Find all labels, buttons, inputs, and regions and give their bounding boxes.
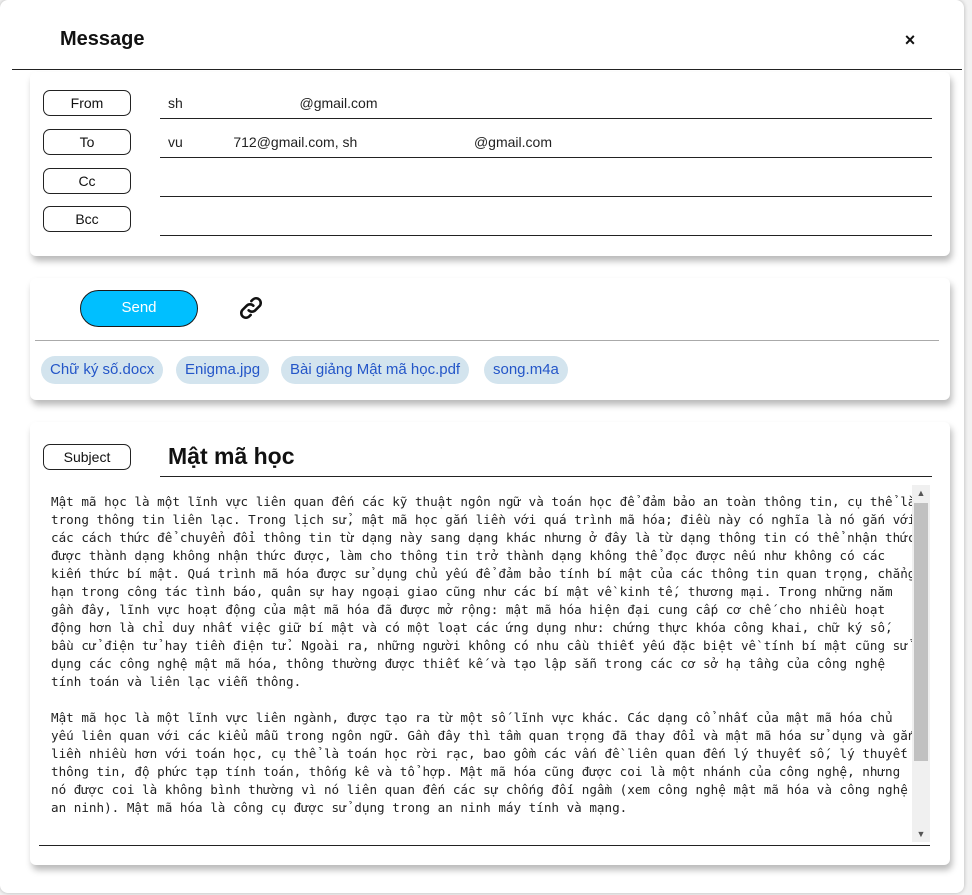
cc-underline — [160, 196, 932, 197]
subject-field[interactable]: Mật mã học — [168, 443, 295, 470]
send-divider — [35, 340, 939, 341]
close-icon[interactable]: × — [898, 28, 922, 52]
subject-underline — [160, 476, 932, 477]
to-button[interactable]: To — [43, 129, 131, 155]
message-dialog: Message × From sh @gmail.com To vu 712@g… — [0, 0, 964, 893]
send-button[interactable]: Send — [80, 290, 198, 327]
to-underline — [160, 157, 932, 158]
attachment-chip[interactable]: Enigma.jpg — [176, 356, 270, 384]
message-body-text: Mật mã học là một lĩnh vực liên quan đến… — [51, 494, 916, 815]
scroll-up-icon[interactable]: ▲ — [912, 485, 930, 501]
from-field[interactable]: sh @gmail.com — [168, 95, 377, 111]
message-body-textarea[interactable]: Mật mã học là một lĩnh vực liên quan đến… — [39, 485, 930, 846]
cc-button[interactable]: Cc — [43, 168, 131, 194]
send-card: Send Chữ ký số.docx Enigma.jpg Bài giảng… — [30, 278, 950, 400]
attachment-chip[interactable]: Chữ ký số.docx — [41, 356, 164, 384]
scrollbar-thumb[interactable] — [914, 503, 928, 761]
subject-button[interactable]: Subject — [43, 444, 131, 470]
scroll-down-icon[interactable]: ▼ — [912, 826, 930, 842]
attachment-chip[interactable]: Bài giảng Mật mã học.pdf — [281, 356, 470, 384]
from-button[interactable]: From — [43, 90, 131, 116]
bcc-underline — [160, 235, 932, 236]
bcc-button[interactable]: Bcc — [43, 206, 131, 232]
compose-card: Subject Mật mã học Mật mã học là một lĩn… — [30, 422, 950, 865]
from-underline — [160, 118, 932, 119]
scrollbar[interactable]: ▲ ▼ — [912, 485, 930, 842]
dialog-title: Message — [60, 28, 145, 50]
attachment-chip[interactable]: song.m4a — [484, 356, 568, 384]
address-card: From sh @gmail.com To vu 712@gmail.com, … — [30, 72, 950, 256]
to-field[interactable]: vu 712@gmail.com, sh @gmail.com — [168, 134, 552, 150]
title-divider — [12, 69, 962, 70]
link-icon[interactable] — [237, 294, 265, 322]
